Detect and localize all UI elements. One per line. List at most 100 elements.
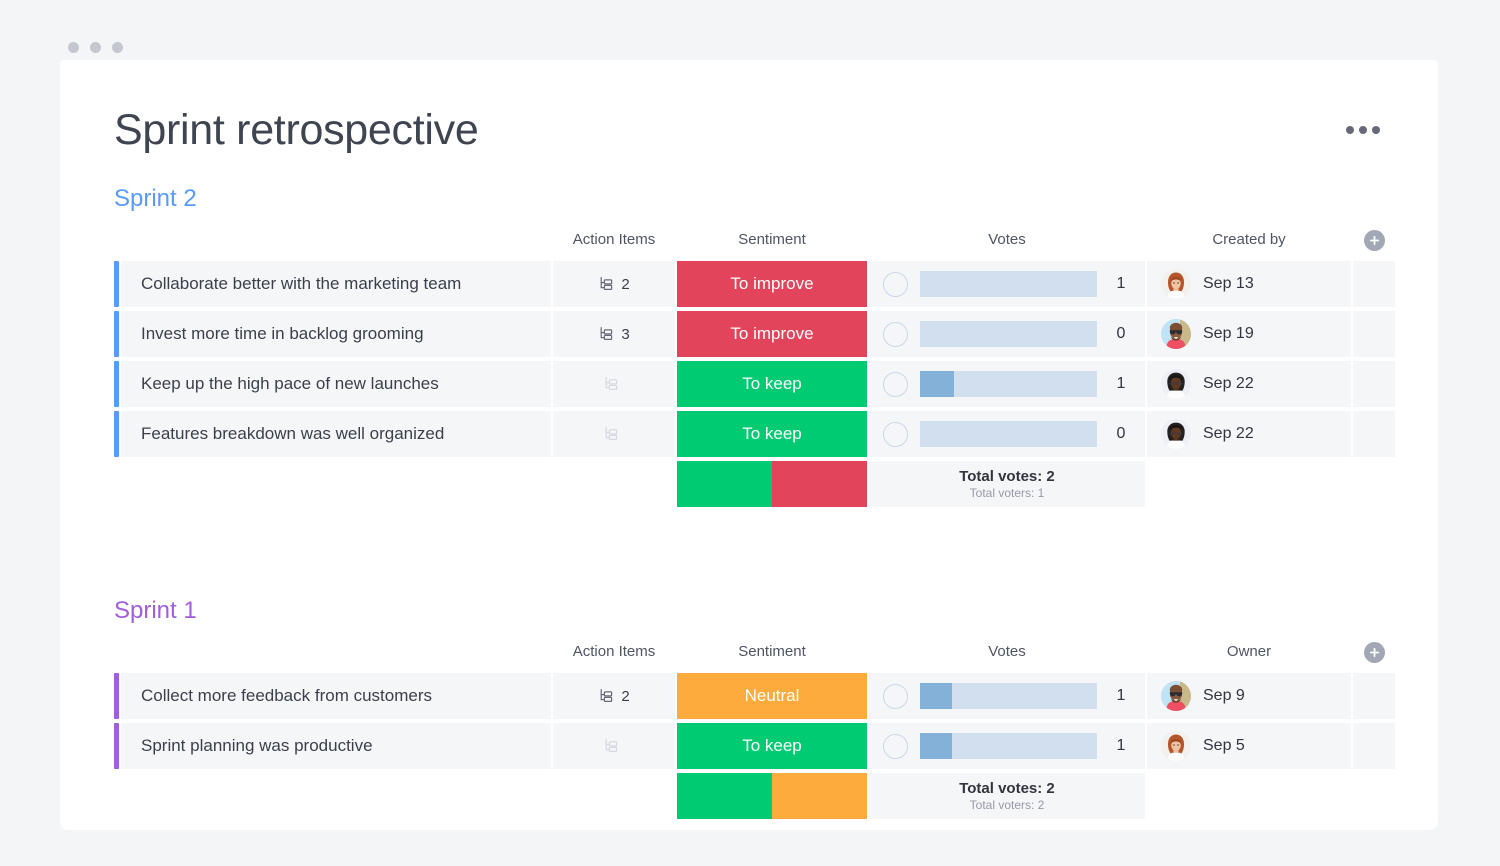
owner-date: Sep 22 <box>1203 375 1254 393</box>
column-header-sentiment[interactable]: Sentiment <box>677 225 867 255</box>
row-tail-cell <box>1353 311 1395 358</box>
table-row[interactable]: Collaborate better with the marketing te… <box>114 261 1395 308</box>
votes-cell[interactable]: 0 <box>869 411 1145 458</box>
vote-button[interactable] <box>883 371 908 397</box>
vote-progress-bar <box>920 683 1097 710</box>
vote-count: 1 <box>1116 375 1126 393</box>
vote-progress-bar <box>920 733 1097 760</box>
board-table: Action Items Sentiment Votes Owner Colle… <box>114 637 1395 820</box>
kebab-menu-icon[interactable] <box>1346 126 1380 134</box>
owner-cell[interactable]: Sep 5 <box>1147 723 1351 770</box>
avatar[interactable] <box>1161 419 1191 450</box>
vote-button[interactable] <box>883 321 908 347</box>
owner-date: Sep 13 <box>1203 275 1254 293</box>
row-item-cell[interactable]: Features breakdown was well organized <box>121 411 551 458</box>
sentiment-summary-cell <box>677 461 867 508</box>
subitems-icon <box>605 426 617 440</box>
avatar-redhair-woman <box>1161 269 1191 300</box>
maximize-dot[interactable] <box>90 42 101 53</box>
column-header-owner[interactable]: Owner <box>1147 637 1351 667</box>
action-items-cell[interactable]: 3 <box>553 311 675 358</box>
sentiment-cell[interactable]: To keep <box>677 411 867 458</box>
avatar[interactable] <box>1161 731 1191 762</box>
summary-action-spacer <box>553 773 675 819</box>
owner-cell[interactable]: Sep 19 <box>1147 311 1351 358</box>
row-item-cell[interactable]: Collaborate better with the marketing te… <box>121 261 551 308</box>
avatar[interactable] <box>1161 269 1191 300</box>
close-dot[interactable] <box>112 42 123 53</box>
votes-cell[interactable]: 1 <box>869 261 1145 308</box>
owner-cell[interactable]: Sep 9 <box>1147 673 1351 720</box>
column-header-votes[interactable]: Votes <box>869 637 1145 667</box>
row-tail-cell <box>1353 411 1395 458</box>
vote-progress-fill <box>920 683 952 710</box>
owner-date: Sep 5 <box>1203 737 1245 755</box>
sentiment-cell[interactable]: To keep <box>677 361 867 408</box>
sentiment-cell[interactable]: To improve <box>677 261 867 308</box>
vote-button[interactable] <box>883 683 908 709</box>
summary-owner-spacer <box>1147 773 1351 819</box>
sentiment-cell[interactable]: Neutral <box>677 673 867 720</box>
vote-button[interactable] <box>883 421 908 447</box>
vote-button[interactable] <box>883 733 908 759</box>
table-row[interactable]: Collect more feedback from customers 2 N… <box>114 673 1395 720</box>
group-title[interactable]: Sprint 2 <box>114 187 1384 211</box>
row-item-cell[interactable]: Sprint planning was productive <box>121 723 551 770</box>
summary-name-spacer <box>121 461 551 507</box>
column-header-sentiment[interactable]: Sentiment <box>677 637 867 667</box>
votes-cell[interactable]: 1 <box>869 723 1145 770</box>
column-header-votes[interactable]: Votes <box>869 225 1145 255</box>
vote-button[interactable] <box>883 271 908 297</box>
action-items-cell[interactable]: 2 <box>553 261 675 308</box>
table-row[interactable]: Sprint planning was productive To keep 1… <box>114 723 1395 770</box>
sentiment-summary-cell <box>677 773 867 820</box>
owner-date: Sep 19 <box>1203 325 1254 343</box>
table-header-row: Action Items Sentiment Votes Created by <box>114 225 1385 255</box>
group-title[interactable]: Sprint 1 <box>114 599 1384 623</box>
avatar[interactable] <box>1161 681 1191 712</box>
avatar-bald-man-sunglasses <box>1161 681 1191 712</box>
vote-progress-fill <box>920 371 954 398</box>
owner-date: Sep 9 <box>1203 687 1245 705</box>
vote-progress-bar <box>920 271 1097 298</box>
avatar[interactable] <box>1161 369 1191 400</box>
sentiment-summary-segment-1 <box>772 461 867 508</box>
sentiment-cell[interactable]: To improve <box>677 311 867 358</box>
summary-tail-spacer <box>1353 461 1395 507</box>
column-header-action-items[interactable]: Action Items <box>553 637 675 667</box>
add-column-button[interactable] <box>1363 641 1385 663</box>
row-item-cell[interactable]: Keep up the high pace of new launches <box>121 361 551 408</box>
row-item-cell[interactable]: Invest more time in backlog grooming <box>121 311 551 358</box>
row-item-name: Features breakdown was well organized <box>141 424 445 444</box>
table-row[interactable]: Keep up the high pace of new launches To… <box>114 361 1395 408</box>
row-item-cell[interactable]: Collect more feedback from customers <box>121 673 551 720</box>
action-items-cell[interactable]: 2 <box>553 673 675 720</box>
vote-count: 1 <box>1116 737 1126 755</box>
add-column-button[interactable] <box>1363 229 1385 251</box>
votes-cell[interactable]: 0 <box>869 311 1145 358</box>
column-header-owner[interactable]: Created by <box>1147 225 1351 255</box>
vote-progress-fill <box>920 733 952 760</box>
column-header-action-items[interactable]: Action Items <box>553 225 675 255</box>
add-column-cell <box>1353 229 1395 251</box>
votes-cell[interactable]: 1 <box>869 673 1145 720</box>
action-items-cell[interactable] <box>553 411 675 458</box>
avatar[interactable] <box>1161 319 1191 350</box>
table-row[interactable]: Invest more time in backlog grooming 3 T… <box>114 311 1395 358</box>
vote-count: 1 <box>1116 275 1126 293</box>
owner-cell[interactable]: Sep 22 <box>1147 411 1351 458</box>
sentiment-chip: To keep <box>677 723 867 770</box>
minimize-dot[interactable] <box>68 42 79 53</box>
table-row[interactable]: Features breakdown was well organized To… <box>114 411 1395 458</box>
action-items-cell[interactable] <box>553 361 675 408</box>
owner-date: Sep 22 <box>1203 425 1254 443</box>
summary-tail-spacer <box>1353 773 1395 819</box>
row-tail-cell <box>1353 261 1395 308</box>
table-header-row: Action Items Sentiment Votes Owner <box>114 637 1385 667</box>
votes-cell[interactable]: 1 <box>869 361 1145 408</box>
action-items-cell[interactable] <box>553 723 675 770</box>
subitems-icon <box>600 688 613 702</box>
owner-cell[interactable]: Sep 13 <box>1147 261 1351 308</box>
sentiment-cell[interactable]: To keep <box>677 723 867 770</box>
owner-cell[interactable]: Sep 22 <box>1147 361 1351 408</box>
